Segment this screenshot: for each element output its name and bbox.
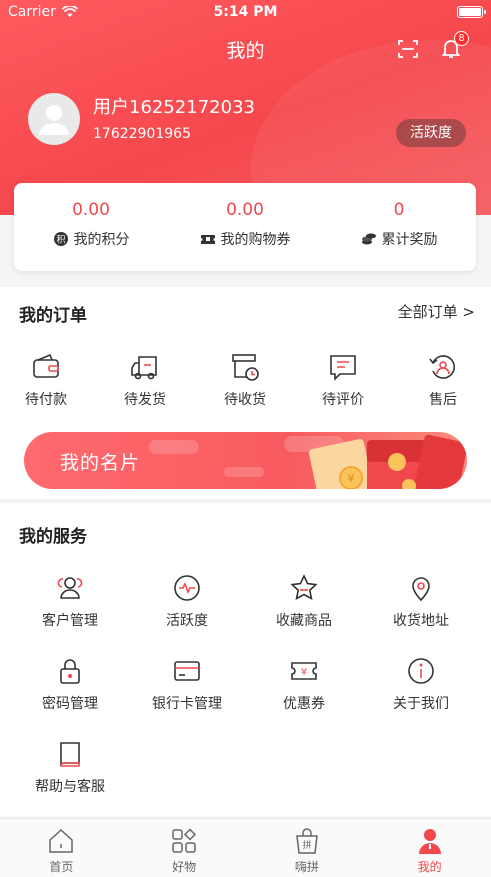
tab-goods[interactable]: 好物 [123,819,246,877]
order-pending-payment[interactable]: 待付款 [6,351,86,409]
services-title: 我的服务 [19,527,87,547]
refund-icon [429,355,455,379]
stat-value: 0.00 [226,200,264,220]
status-bar: Carrier 5:14 PM [0,0,491,26]
service-bank-card[interactable]: 银行卡管理 [132,656,242,713]
stat-ticket[interactable]: 0.00 我的购物券 [168,183,322,271]
tab-label: 我的 [417,860,442,874]
service-about[interactable]: 关于我们 [366,656,476,713]
wallet-icon [33,353,59,378]
stats-card: 0.00 积 我的积分 0.00 我的购物券 0 累计奖励 [14,183,476,271]
services-section: 我的服务 客户管理 活跃度 收藏商品 收货地址 密码管理 银行卡管理 ¥ 优惠券… [0,503,491,816]
pulse-icon [174,575,200,601]
service-favorites[interactable]: 收藏商品 [249,573,359,630]
service-label: 收藏商品 [276,613,332,629]
business-card-banner[interactable]: 我的名片 ¥ [24,432,467,489]
service-label: 优惠券 [283,696,325,712]
order-label: 售后 [429,392,457,408]
avatar[interactable] [28,93,80,145]
svg-text:拼: 拼 [302,839,311,851]
scan-icon[interactable] [397,38,419,60]
order-label: 待收货 [224,392,266,408]
truck-icon [131,356,157,380]
tab-mine[interactable]: 我的 [368,819,491,877]
battery-icon [457,6,486,18]
info-icon [408,658,434,684]
home-icon [49,828,74,853]
orders-title: 我的订单 [19,306,87,326]
stat-label: 累计奖励 [381,232,438,248]
order-pending-receipt[interactable]: 待收货 [205,351,285,409]
ticket-icon [200,235,215,244]
coupon-icon: ¥ [291,662,317,680]
location-icon [412,577,430,602]
service-customer-management[interactable]: 客户管理 [15,573,125,630]
stat-label: 我的积分 [73,232,130,248]
order-label: 待发货 [124,392,166,408]
order-pending-shipment[interactable]: 待发货 [105,351,185,409]
service-label: 客户管理 [42,613,98,629]
all-orders-link[interactable]: 全部订单 > [398,301,475,322]
tab-bar: 首页 好物 拼 嗨拼 我的 [0,818,491,877]
order-after-sales[interactable]: 售后 [403,351,483,409]
order-label: 待付款 [25,392,67,408]
points-icon: 积 [53,232,68,246]
box-clock-icon [232,354,259,381]
svg-text:¥: ¥ [348,472,355,485]
red-envelope-icon: ¥ [309,434,467,489]
service-help[interactable]: 帮助与客服 [15,739,125,796]
stat-value: 0 [393,200,405,220]
svg-text:积: 积 [56,234,65,246]
users-icon [57,577,83,599]
star-icon [290,574,318,601]
profile-icon [418,829,441,854]
stat-points[interactable]: 0.00 积 我的积分 [14,183,168,271]
service-address[interactable]: 收货地址 [366,573,476,630]
lock-icon [60,659,80,684]
service-coupon[interactable]: ¥ 优惠券 [249,656,359,713]
book-icon [60,742,80,767]
coins-icon [361,233,376,245]
tab-label: 首页 [49,860,74,874]
clock: 5:14 PM [213,4,278,20]
stat-rewards[interactable]: 0 累计奖励 [322,183,476,271]
user-placeholder-icon [39,105,69,135]
order-status-row: 待付款 待发货 待收货 待评价 售后 [0,351,491,411]
service-label: 帮助与客服 [35,779,105,795]
service-password[interactable]: 密码管理 [15,656,125,713]
svg-text:¥: ¥ [301,667,307,678]
service-label: 密码管理 [42,696,98,712]
tab-home[interactable]: 首页 [0,819,123,877]
service-label: 收货地址 [393,613,449,629]
card-icon [174,661,200,681]
stat-label: 我的购物券 [220,232,291,248]
grid-icon [172,828,197,853]
tab-group-buy[interactable]: 拼 嗨拼 [246,819,369,877]
order-pending-review[interactable]: 待评价 [303,351,383,409]
bag-icon: 拼 [296,828,318,854]
service-label: 银行卡管理 [152,696,222,712]
stat-value: 0.00 [72,200,110,220]
activity-button[interactable]: 活跃度 [396,119,466,147]
orders-section: 我的订单 全部订单 > 待付款 待发货 待收货 待评价 售后 我的名片 ¥ [0,287,491,499]
tab-label: 好物 [172,860,197,874]
service-label: 关于我们 [393,696,449,712]
service-label: 活跃度 [166,613,208,629]
comment-icon [330,355,356,381]
phone-number: 17622901965 [93,126,191,142]
service-activity[interactable]: 活跃度 [132,573,242,630]
notification-badge: 8 [454,31,469,46]
order-label: 待评价 [322,392,364,408]
username: 用户16252172033 [93,97,255,118]
tab-label: 嗨拼 [294,860,319,874]
business-card-label: 我的名片 [60,452,141,474]
